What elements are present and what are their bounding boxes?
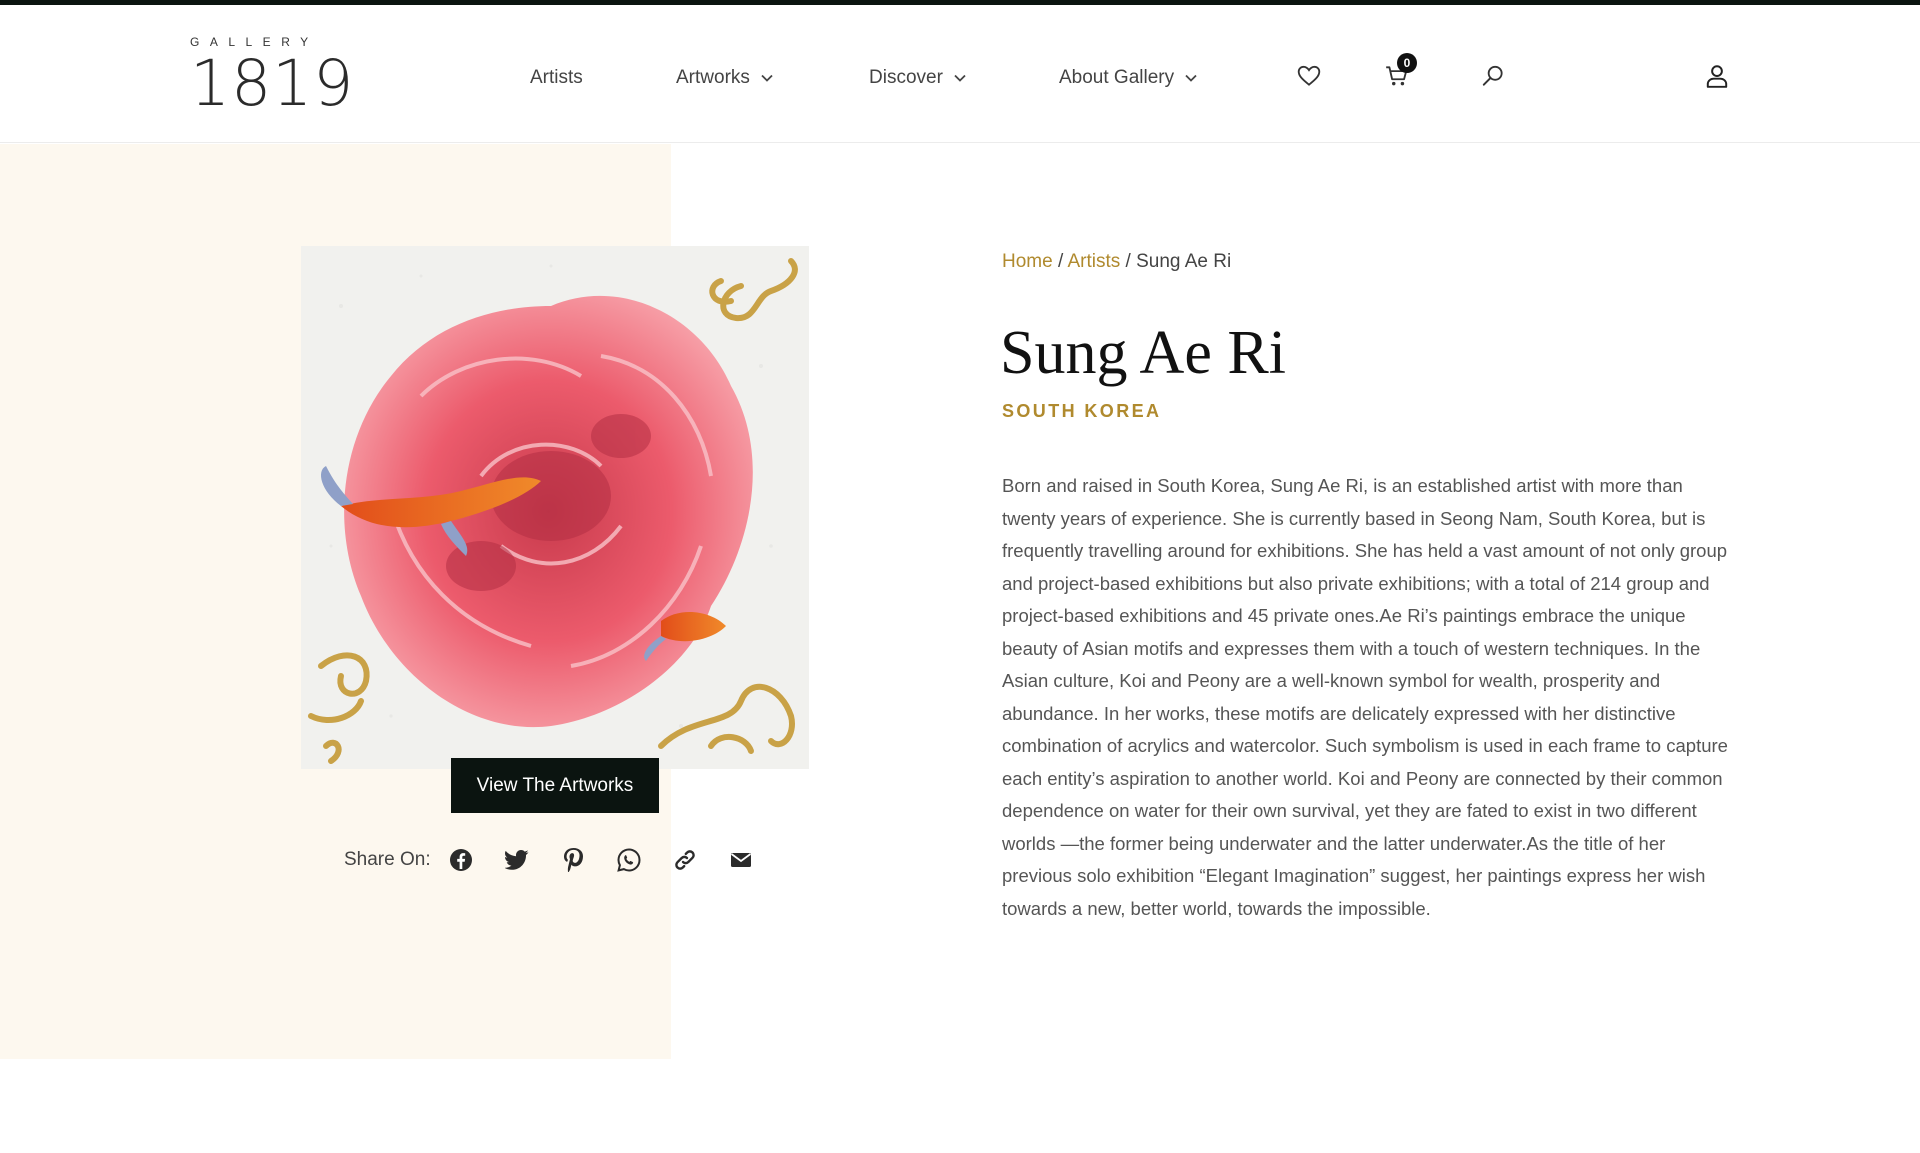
user-icon[interactable] — [1704, 63, 1730, 89]
artist-artwork-image — [301, 246, 809, 769]
chevron-down-icon — [760, 71, 774, 85]
breadcrumb: Home / Artists / Sung Ae Ri — [1002, 251, 1231, 273]
twitter-icon[interactable] — [503, 846, 531, 874]
nav-artworks[interactable]: Artworks — [676, 67, 774, 89]
share-label: Share On: — [344, 849, 431, 870]
chevron-down-icon — [1184, 71, 1198, 85]
logo-number: 1819 — [190, 47, 355, 120]
breadcrumb-artists-link[interactable]: Artists — [1067, 251, 1120, 272]
gallery-logo[interactable]: GALLERY 1819 — [190, 35, 355, 125]
share-bar: Share On: — [344, 845, 783, 875]
breadcrumb-current: Sung Ae Ri — [1136, 251, 1232, 272]
nav-discover-label: Discover — [869, 67, 943, 88]
artist-biography: Born and raised in South Korea, Sung Ae … — [1002, 475, 1728, 919]
artist-country: SOUTH KOREA — [1002, 401, 1162, 421]
cart-icon[interactable]: 0 — [1384, 53, 1417, 89]
cart-count-badge: 0 — [1397, 53, 1417, 73]
heart-icon[interactable] — [1296, 63, 1322, 89]
nav-artists-label: Artists — [530, 67, 583, 88]
view-artworks-button[interactable]: View The Artworks — [451, 758, 659, 813]
nav-about-gallery[interactable]: About Gallery — [1059, 67, 1198, 89]
search-icon[interactable] — [1480, 63, 1506, 89]
whatsapp-icon[interactable] — [615, 846, 643, 874]
pinterest-icon[interactable] — [559, 846, 587, 874]
facebook-icon[interactable] — [447, 846, 475, 874]
nav-artworks-label: Artworks — [676, 67, 750, 88]
nav-discover[interactable]: Discover — [869, 67, 967, 89]
link-icon[interactable] — [671, 846, 699, 874]
breadcrumb-separator: / — [1125, 251, 1137, 272]
artist-name-heading: Sung Ae Ri — [1000, 319, 1286, 387]
site-header: GALLERY 1819 Artists Artworks Discover A… — [0, 5, 1920, 143]
breadcrumb-home-link[interactable]: Home — [1002, 251, 1053, 272]
email-icon[interactable] — [727, 846, 755, 874]
nav-artists[interactable]: Artists — [530, 67, 583, 89]
nav-about-gallery-label: About Gallery — [1059, 67, 1175, 88]
chevron-down-icon — [953, 71, 967, 85]
